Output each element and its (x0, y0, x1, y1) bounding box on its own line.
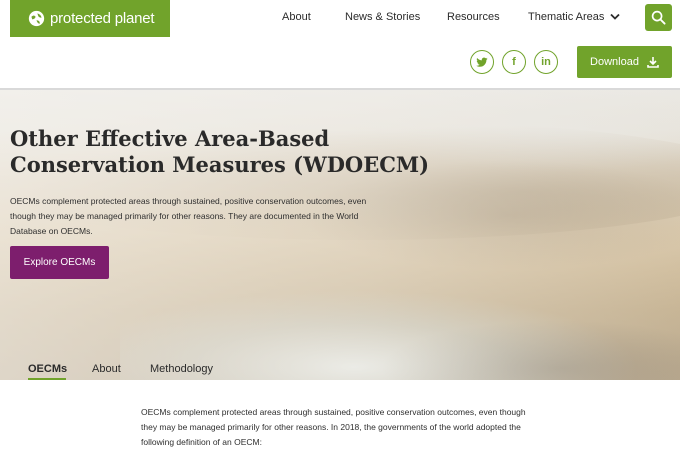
download-label: Download (590, 56, 639, 68)
chevron-down-icon (610, 13, 621, 20)
linkedin-button[interactable]: in (534, 50, 558, 74)
download-icon (647, 57, 659, 68)
nav-resources[interactable]: Resources (447, 11, 500, 23)
facebook-icon: f (512, 55, 516, 68)
twitter-button[interactable] (470, 50, 494, 74)
linkedin-icon: in (541, 55, 551, 68)
nav-news-stories[interactable]: News & Stories (345, 11, 420, 23)
active-tab-indicator (28, 378, 66, 380)
explore-oecms-button[interactable]: Explore OECMs (10, 246, 109, 279)
search-icon (651, 10, 666, 25)
page-title: Other Effective Area-Based Conservation … (10, 126, 430, 177)
download-button[interactable]: Download (577, 46, 672, 78)
intro-paragraph: OECMs complement protected areas through… (141, 407, 526, 447)
tab-methodology[interactable]: Methodology (150, 363, 213, 375)
search-button[interactable] (645, 4, 672, 31)
hero-description: OECMs complement protected areas through… (10, 196, 367, 236)
logo-wordmark: protected planet (50, 10, 155, 27)
tab-about[interactable]: About (92, 363, 121, 375)
nav-thematic-areas[interactable]: Thematic Areas (528, 11, 621, 23)
twitter-icon (476, 57, 488, 67)
nav-about[interactable]: About (282, 11, 311, 23)
site-logo[interactable]: protected planet (10, 0, 170, 37)
tab-oecms[interactable]: OECMs (28, 363, 67, 375)
nav-thematic-areas-label: Thematic Areas (528, 11, 605, 23)
globe-leaf-icon (28, 10, 45, 27)
hero-banner: Other Effective Area-Based Conservation … (0, 88, 680, 380)
site-header: protected planet About News & Stories Re… (0, 0, 680, 88)
facebook-button[interactable]: f (502, 50, 526, 74)
